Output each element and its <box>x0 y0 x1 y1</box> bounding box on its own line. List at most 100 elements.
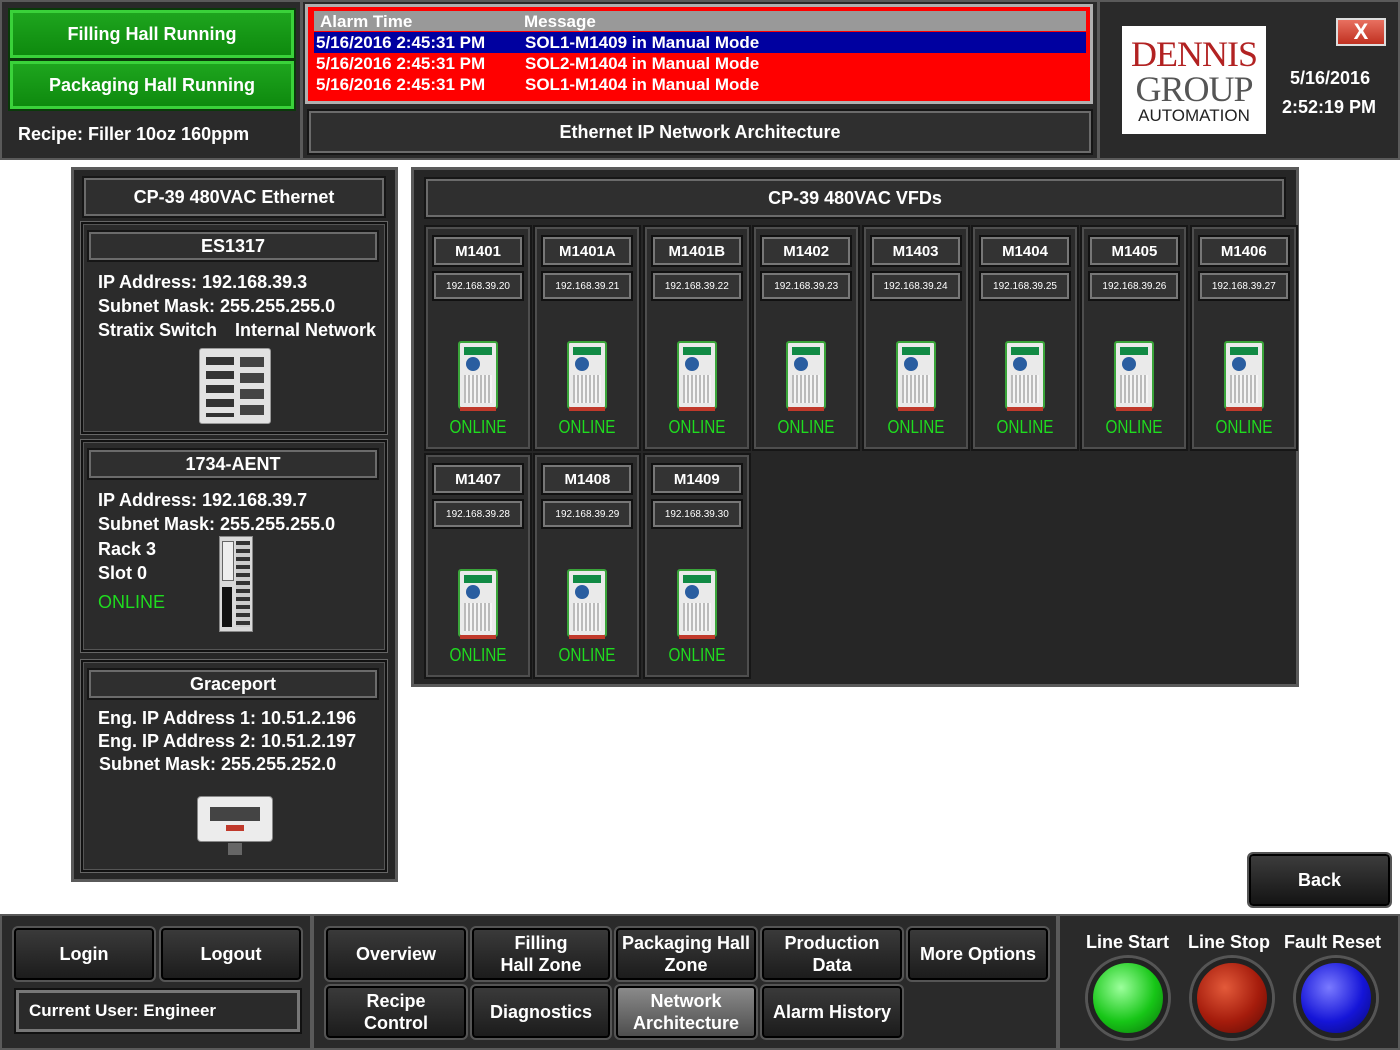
vfd-name: M1401A <box>541 235 634 267</box>
current-user: Current User: Engineer <box>14 988 302 1034</box>
recipe-label: Recipe: Filler 10oz 160ppm <box>18 124 250 144</box>
switch-card[interactable]: ES1317 IP Address: 192.168.39.3 Subnet M… <box>81 222 387 434</box>
vfd-card-m1406[interactable]: M1406 192.168.39.27 ONLINE <box>1189 225 1298 451</box>
logo-text-automation: AUTOMATION <box>1138 106 1250 125</box>
vfd-card-m1401a[interactable]: M1401A 192.168.39.21 ONLINE <box>533 225 642 451</box>
vfd-status: ONLINE <box>558 417 616 437</box>
login-button[interactable]: Login <box>12 926 156 982</box>
alarm-row[interactable]: 5/16/2016 2:45:31 PM SOL2-M1404 in Manua… <box>314 53 1086 74</box>
vfd-status: ONLINE <box>668 417 726 437</box>
alarm-row[interactable]: 5/16/2016 2:45:31 PM SOL1-M1404 in Manua… <box>314 74 1086 95</box>
vfd-ip: 192.168.39.24 <box>869 271 962 301</box>
alarm-row[interactable]: 5/16/2016 2:45:31 PM SOL1-M1409 in Manua… <box>314 32 1086 53</box>
vfd-status: ONLINE <box>1105 417 1163 437</box>
vfd-card-m1402[interactable]: M1402 192.168.39.23 ONLINE <box>752 225 861 451</box>
nav-recipe-control[interactable]: Recipe Control <box>324 984 468 1040</box>
vfd-ip: 192.168.39.25 <box>979 271 1071 301</box>
alarm-time: 5/16/2016 2:45:31 PM <box>316 75 486 94</box>
vfd-panel: CP-39 480VAC VFDs M1401 192.168.39.20 ONLI… <box>411 167 1299 687</box>
vfd-card-m1408[interactable]: M1408 192.168.39.29 ONLINE <box>533 453 642 679</box>
back-button[interactable]: Back <box>1247 852 1392 908</box>
nav-production-data[interactable]: Production Data <box>760 926 904 982</box>
vfd-card-m1405[interactable]: M1405 192.168.39.26 ONLINE <box>1080 225 1189 451</box>
nav-network-architecture[interactable]: Network Architecture <box>614 984 758 1040</box>
vfd-panel-title: CP-39 480VAC VFDs <box>424 177 1286 219</box>
vfd-ip: 192.168.39.22 <box>650 271 743 301</box>
adapter-ip: IP Address: 192.168.39.7 <box>98 490 308 510</box>
line-stop-label: Line Stop <box>1188 932 1270 952</box>
alarm-time-header: Alarm Time <box>320 12 413 31</box>
vfd-name: M1409 <box>650 463 743 495</box>
vfd-ip: 192.168.39.23 <box>760 271 853 301</box>
vfd-name: M1404 <box>979 235 1071 267</box>
nav-more-options[interactable]: More Options <box>906 926 1050 982</box>
vfd-status: ONLINE <box>996 417 1054 437</box>
vfd-ip: 192.168.39.30 <box>650 499 743 529</box>
vfd-status: ONLINE <box>449 417 507 437</box>
alarm-message: SOL1-M1404 in Manual Mode <box>525 75 760 94</box>
gateway-name: Graceport <box>87 668 379 700</box>
time-display: 2:52:19 PM <box>1282 97 1377 117</box>
vfd-card-m1401[interactable]: M1401 192.168.39.20 ONLINE <box>424 225 532 451</box>
fault-reset-label: Fault Reset <box>1284 932 1382 952</box>
vfd-drive-icon <box>567 569 608 639</box>
line-start-button[interactable] <box>1088 958 1168 1038</box>
nav-packaging-hall-zone[interactable]: Packaging Hall Zone <box>614 926 758 982</box>
vfd-card-m1409[interactable]: M1409 192.168.39.30 ONLINE <box>642 453 751 679</box>
gateway-device-image <box>197 796 273 855</box>
gateway-card[interactable]: Graceport Eng. IP Address 1: 10.51.2.196… <box>81 660 387 872</box>
gateway-subnet: Subnet Mask: 255.255.252.0 <box>99 754 337 774</box>
adapter-rack: Rack 3 <box>98 539 157 559</box>
vfd-drive-icon <box>567 341 608 411</box>
nav-filling-hall-zone[interactable]: Filling Hall Zone <box>470 926 612 982</box>
vfd-card-m1403[interactable]: M1403 192.168.39.24 ONLINE <box>861 225 970 451</box>
logo-text-dennis: DENNIS <box>1131 34 1258 74</box>
switch-network: Internal Network <box>235 320 377 340</box>
fault-reset-button[interactable] <box>1296 958 1376 1038</box>
line-stop-button[interactable] <box>1192 958 1272 1038</box>
nav-alarm-history[interactable]: Alarm History <box>760 984 904 1040</box>
ethernet-panel-title: CP-39 480VAC Ethernet <box>82 176 386 218</box>
header-status-panel: Filling Hall Running Packaging Hall Runn… <box>0 0 302 160</box>
nav-overview[interactable]: Overview <box>324 926 468 982</box>
vfd-status: ONLINE <box>1215 417 1273 437</box>
switch-type: Stratix Switch <box>98 320 218 340</box>
close-icon: X <box>1353 19 1369 44</box>
vfd-name: M1402 <box>760 235 853 267</box>
switch-device-image <box>199 348 271 424</box>
vfd-ip: 192.168.39.21 <box>541 271 634 301</box>
logo-text-group: GROUP <box>1135 69 1253 109</box>
vfd-card-m1404[interactable]: M1404 192.168.39.25 ONLINE <box>971 225 1079 451</box>
close-button[interactable]: X <box>1336 18 1386 46</box>
alarm-time: 5/16/2016 2:45:31 PM <box>316 54 486 73</box>
vfd-drive-icon <box>1223 341 1264 411</box>
vfd-name: M1401 <box>432 235 524 267</box>
switch-subnet: Subnet Mask: 255.255.255.0 <box>98 296 336 316</box>
vfd-card-m1401b[interactable]: M1401B 192.168.39.22 ONLINE <box>642 225 751 451</box>
footer-control-panel: Line Start Line Stop Fault Reset <box>1058 914 1400 1050</box>
alarm-message: SOL1-M1409 in Manual Mode <box>525 33 760 52</box>
vfd-status: ONLINE <box>668 645 726 665</box>
gateway-ip2: Eng. IP Address 2: 10.51.2.197 <box>98 731 357 751</box>
nav-diagnostics[interactable]: Diagnostics <box>470 984 612 1040</box>
vfd-drive-icon <box>676 569 717 639</box>
vfd-drive-icon <box>1114 341 1155 411</box>
switch-ip: IP Address: 192.168.39.3 <box>98 272 308 292</box>
line-start-label: Line Start <box>1086 932 1170 952</box>
vfd-name: M1408 <box>541 463 634 495</box>
vfd-drive-icon <box>458 569 498 639</box>
company-logo: DENNIS GROUP AUTOMATION <box>1122 26 1266 134</box>
filling-hall-status: Filling Hall Running <box>8 8 296 60</box>
alarm-banner[interactable]: Alarm Time Message 5/16/2016 2:45:31 PM … <box>305 4 1093 104</box>
vfd-name: M1403 <box>869 235 962 267</box>
vfd-card-m1407[interactable]: M1407 192.168.39.28 ONLINE <box>424 453 532 679</box>
adapter-slot: Slot 0 <box>98 563 148 583</box>
vfd-ip: 192.168.39.28 <box>432 499 524 529</box>
vfd-ip: 192.168.39.26 <box>1088 271 1181 301</box>
vfd-ip: 192.168.39.20 <box>432 271 524 301</box>
alarm-time: 5/16/2016 2:45:31 PM <box>316 33 486 52</box>
vfd-status: ONLINE <box>777 417 835 437</box>
logout-button[interactable]: Logout <box>159 926 303 982</box>
adapter-card[interactable]: 1734-AENT IP Address: 192.168.39.7 Subne… <box>81 440 387 652</box>
footer-login-panel: Login Logout Current User: Engineer <box>0 914 312 1050</box>
